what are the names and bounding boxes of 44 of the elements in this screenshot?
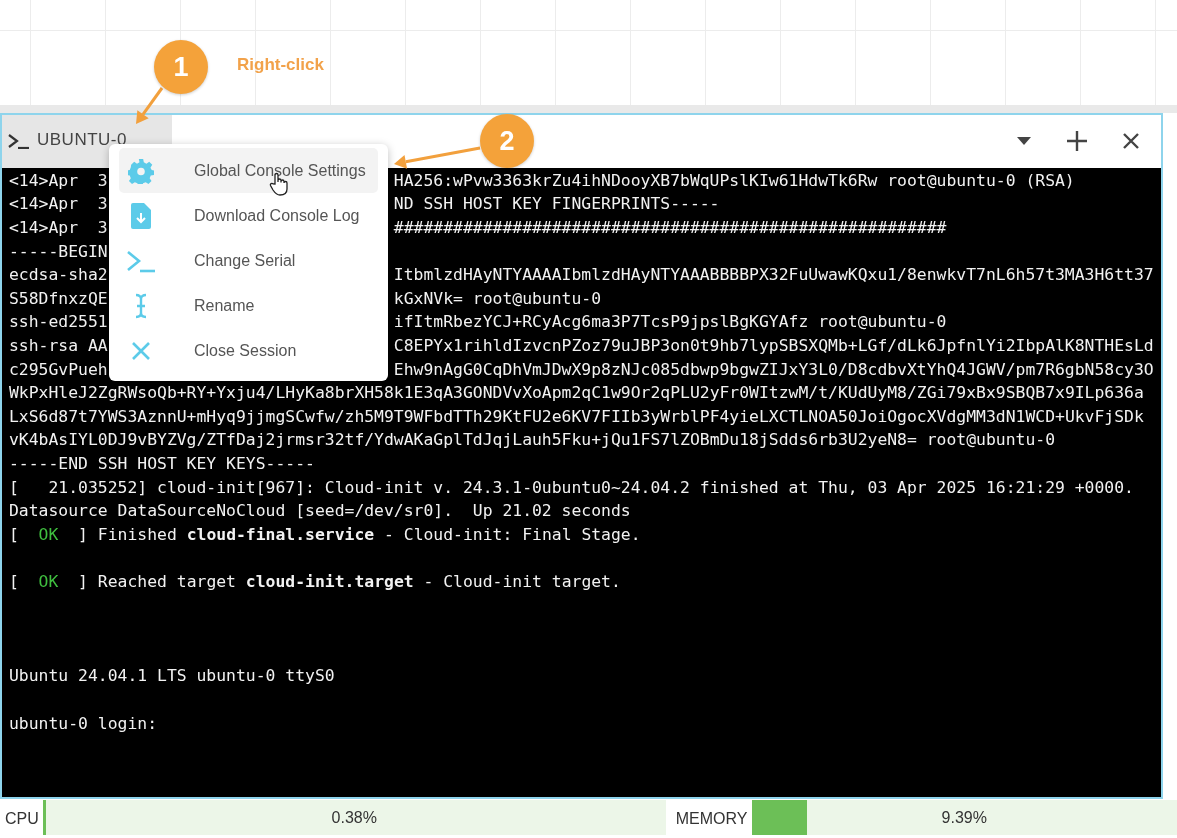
- terminal-text: Ehw9nAgG0CqDhVmJDwX9p8zNJc085dbwp9bgwZIJxY3L0/D8cdbvXtYhQ4JGWV/pm7R6gbN58cy3O: [393, 358, 1154, 381]
- menu-item[interactable]: Close Session: [119, 328, 378, 373]
- meter-reading: 0.38%: [331, 808, 377, 827]
- terminal-line: ubuntu-0 login:: [9, 712, 159, 735]
- terminal-line: [ 21.035252] cloud-init[967]: Cloud-init v. 24.3.1-0ubuntu0~24.04.2 finished at Thu, 03 Apr 2025 16:21:29 +0000.: [9, 476, 1135, 499]
- meter-label: MEMORY: [674, 809, 749, 829]
- terminal-text: S58DfnxzQE: [9, 287, 108, 310]
- settings-icon: [128, 157, 154, 184]
- terminal-text: -----BEGIN: [9, 240, 108, 263]
- menu-item[interactable]: Download Console Log: [119, 193, 378, 238]
- terminal-text: <14>Apr 3: [9, 169, 108, 192]
- menu-item[interactable]: Change Serial: [119, 238, 378, 283]
- terminal-text: ssh-ed2551: [9, 311, 108, 334]
- meter-label: CPU: [4, 809, 40, 829]
- terminal-text: HA256:wPvw3363krZu4ihNDooyXB7bWqUPslKIw61HdwTk6Rw root@ubuntu-0 (RSA): [393, 169, 1075, 192]
- terminal-line: [ OK ] Reached target cloud-init.target - Cloud-init target.: [9, 570, 622, 593]
- terminal-text: <14>Apr 3: [9, 193, 108, 216]
- file-download-icon: [131, 202, 151, 229]
- terminal-line: [ OK ] Finished cloud-final.service - Cloud-init: Final Stage.: [9, 523, 642, 546]
- terminal-text: kGxNVk= root@ubuntu-0: [393, 287, 602, 310]
- terminal-line: WkPxHleJ2ZgRWsoQb+RY+Yxju4/LHyKa8brXH58k1E3qA3GONDVvXoApm2qC1w9Or2qPLU2yFr0WItzwM/t/KUdUyM8/ZGi79xBx9SBQB7x9ILp636a: [9, 382, 1145, 405]
- terminal-line: vK4bAsIYL0DJ9vBYZVg/ZTfDaj2jrmsr32tf/YdwAKaGplTdJqjLauh5Fku+jQu1FS7lZOBmDu18jSdds6rb3U2yeN8= root@ubuntu-0: [9, 429, 1056, 452]
- text-cursor-icon: [134, 292, 148, 319]
- terminal-text: ifItmRbezYCJ+RCyAcg6ma3P7TcsP9jpslBgKGYAfz root@ubuntu-0: [393, 311, 947, 334]
- terminal-text: ########################################################: [393, 217, 947, 240]
- terminal-text: c295GvPueh: [9, 358, 108, 381]
- callout-label: Right-click: [237, 55, 324, 75]
- terminal-line: Datasource DataSourceNoCloud [seed=/dev/sr0]. Up 21.02 seconds: [9, 500, 632, 523]
- terminal-text: ecdsa-sha2: [9, 264, 108, 287]
- close-icon: [131, 340, 151, 361]
- terminal-text: ND SSH HOST KEY FINGERPRINTS-----: [393, 193, 720, 216]
- terminal-prompt-icon: [8, 132, 30, 149]
- menu-item[interactable]: Global Console Settings: [119, 148, 378, 193]
- callout-arrow: [136, 87, 164, 124]
- menu-item[interactable]: Rename: [119, 283, 378, 328]
- terminal-text: C8EPYx1rihldIzvcnPZoz79uJBP3on0t9hb7lypSBSXQMb+LGf/dLk6JpfnlYi2IbpAlK8NTHEsLd: [393, 335, 1154, 357]
- terminal-text: <14>Apr 3: [9, 217, 108, 240]
- terminal-line: -----END SSH HOST KEY KEYS-----: [9, 453, 316, 475]
- terminal-text: ssh-rsa AA: [9, 335, 108, 357]
- terminal-text: ItbmlzdHAyNTYAAAAIbmlzdHAyNTYAAABBBBPX32FuUwawKQxu1/8enwkvT7nL6h57t3MA3H6tt37: [393, 264, 1154, 287]
- meter-reading: 9.39%: [941, 808, 987, 827]
- terminal-line: LxS6d87t7YWS3AznnU+mHyq9jjmgSCwfw/zh5M9T9WFbdTTh29KtFU2e6KV7FIIb3yWrblPF4yieLXCTLNOA50JoiOgocXVdgMM3dN1WCD+UkvFjSDk: [9, 405, 1145, 428]
- terminal-line: Ubuntu 24.04.1 LTS ubuntu-0 ttyS0: [9, 665, 336, 688]
- terminal-prompt-icon: [126, 248, 156, 273]
